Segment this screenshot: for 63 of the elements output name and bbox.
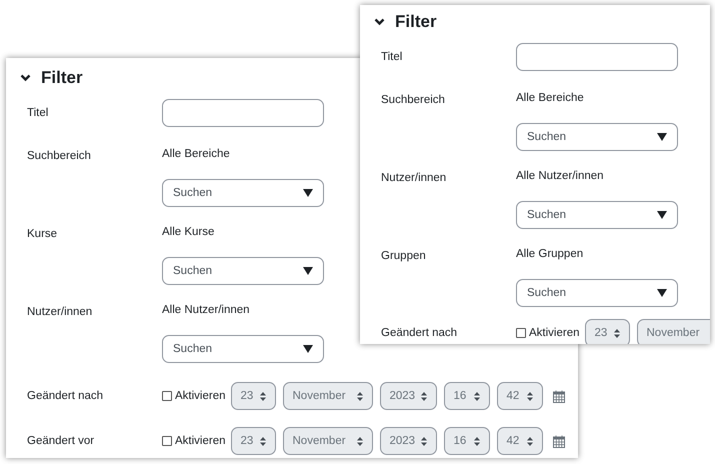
sort-arrows-icon: [614, 328, 620, 338]
sort-arrows-icon: [474, 392, 480, 400]
sort-arrows-icon: [356, 436, 362, 446]
selection-text: Alle Bereiche: [516, 91, 585, 105]
dropdown-caret-icon: [303, 267, 313, 275]
date-select[interactable]: 23: [230, 427, 276, 455]
field-label: Geändert nach: [381, 327, 458, 339]
date-select[interactable]: November: [282, 382, 372, 410]
date-select[interactable]: 42: [496, 382, 542, 410]
calendar-icon[interactable]: [552, 434, 564, 448]
date-select[interactable]: 23: [230, 382, 276, 410]
enable-checkbox[interactable]: Aktivieren: [162, 435, 226, 447]
field-label: Suchbereich: [27, 150, 92, 164]
search-select[interactable]: Suchen: [162, 179, 324, 207]
calendar-icon[interactable]: [552, 390, 564, 402]
dropdown-caret-icon: [657, 133, 667, 141]
date-select[interactable]: November: [282, 427, 372, 455]
dropdown-caret-icon: [303, 345, 313, 353]
sort-arrows-icon: [260, 436, 266, 446]
chevron-icon[interactable]: [374, 18, 385, 26]
sort-arrows-icon: [526, 392, 532, 400]
search-select[interactable]: Suchen: [516, 201, 678, 229]
dropdown-caret-icon: [657, 289, 667, 297]
field-label: Geändert vor: [27, 435, 96, 447]
field-label: Geändert nach: [27, 390, 104, 402]
selection-text: Alle Bereiche: [162, 147, 231, 161]
date-select[interactable]: 42: [496, 427, 542, 455]
search-select[interactable]: Suchen: [516, 279, 678, 307]
selection-text: Alle Nutzer/innen: [162, 303, 251, 317]
enable-checkbox[interactable]: Aktivieren: [516, 327, 580, 339]
date-select[interactable]: 16: [444, 427, 490, 455]
sort-arrows-icon: [420, 392, 426, 400]
selection-text: Alle Nutzer/innen: [516, 169, 605, 183]
sort-arrows-icon: [420, 436, 426, 446]
date-select[interactable]: 2023: [380, 427, 436, 455]
date-select[interactable]: 16: [444, 382, 490, 410]
chevron-icon[interactable]: [20, 74, 31, 82]
search-select[interactable]: Suchen: [516, 123, 678, 151]
field-label: Gruppen: [381, 250, 427, 264]
field-label: Nutzer/innen: [27, 306, 94, 320]
sort-arrows-icon: [260, 392, 266, 400]
search-select[interactable]: Suchen: [162, 257, 324, 285]
date-select[interactable]: 23: [584, 319, 630, 344]
field-label: Suchbereich: [381, 94, 446, 108]
panel-title: Filter: [41, 68, 83, 88]
field-label: Titel: [381, 51, 404, 63]
selection-text: Alle Kurse: [162, 225, 216, 239]
date-select[interactable]: 2023: [380, 382, 436, 410]
search-select[interactable]: Suchen: [162, 335, 324, 363]
selection-text: Alle Gruppen: [516, 247, 584, 261]
title-input-field[interactable]: [162, 99, 324, 127]
field-label: Titel: [27, 107, 50, 119]
sort-arrows-icon: [526, 436, 532, 446]
sort-arrows-icon: [356, 392, 362, 400]
sort-arrows-icon: [474, 436, 480, 446]
title-input-field[interactable]: [516, 43, 678, 71]
panel-title: Filter: [395, 12, 437, 32]
enable-checkbox[interactable]: Aktivieren: [162, 390, 226, 402]
field-label: Nutzer/innen: [381, 172, 448, 186]
dropdown-caret-icon: [303, 189, 313, 197]
dropdown-caret-icon: [657, 211, 667, 219]
date-select[interactable]: November: [636, 319, 710, 344]
field-label: Kurse: [27, 228, 58, 242]
